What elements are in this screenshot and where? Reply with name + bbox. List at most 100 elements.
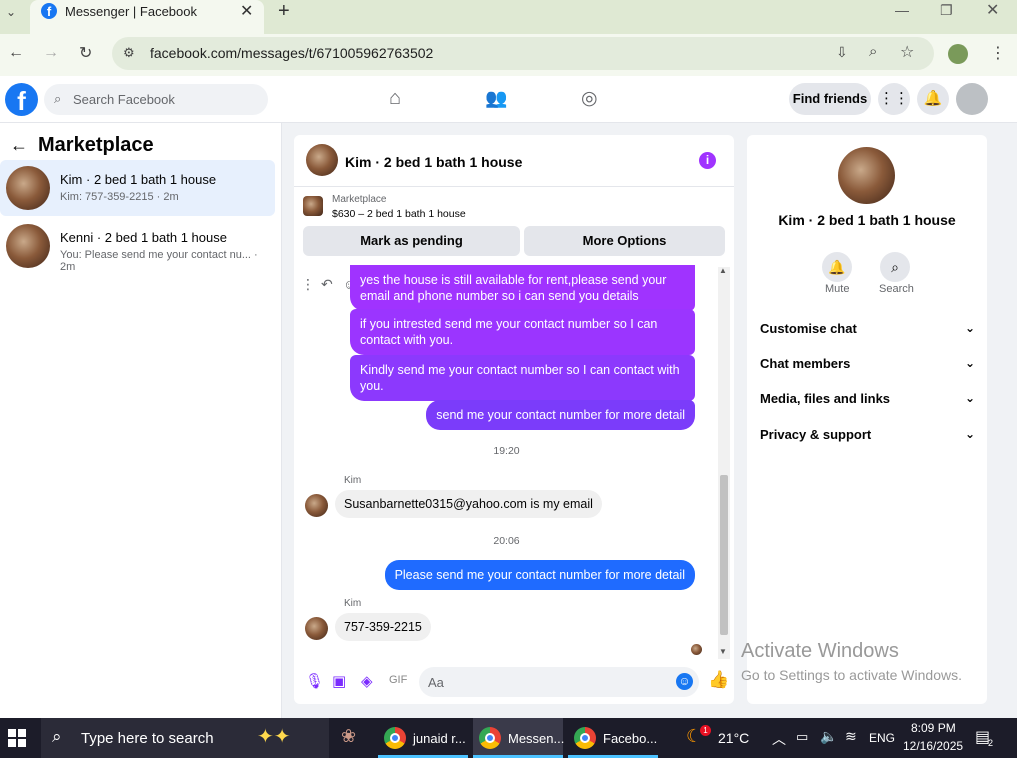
info-icon[interactable]: i [699,152,716,169]
url-text[interactable]: facebook.com/messages/t/671005962763502 [150,45,433,61]
more-options-button[interactable]: More Options [524,226,725,256]
weather-badge: 1 [700,725,711,736]
sent-message[interactable]: Kindly send me your contact number so I … [350,355,695,401]
close-tab-icon[interactable]: ✕ [240,1,253,21]
input-language[interactable]: ENG [869,731,895,745]
scroll-thumb[interactable] [720,475,728,635]
notifications-bell-icon[interactable]: 🔔 [917,83,949,115]
message-composer: 🎙 ▣ ◈ GIF Aa ☺ 👍 [294,663,734,704]
message-scrollbar[interactable]: ▲ ▼ [718,266,730,659]
activate-windows-title: Activate Windows [741,640,899,662]
media-files-links-row[interactable]: Media, files and links ⌄ [760,391,975,406]
chat-members-row[interactable]: Chat members ⌄ [760,356,975,371]
sticker-icon[interactable]: ◈ [361,672,373,690]
more-actions-icon[interactable]: ⋮ [301,276,315,293]
home-icon[interactable]: ⌂ [389,87,401,110]
taskbar-app-facebook[interactable]: Facebo... [568,718,658,758]
chrome-menu-icon[interactable]: ⋮ [990,43,1006,63]
privacy-support-row[interactable]: Privacy & support ⌄ [760,427,975,442]
conversation-preview: You: Please send me your contact nu... ·… [60,249,258,273]
conversation-name: Kim · 2 bed 1 bath 1 house [60,172,217,187]
show-hidden-icons-icon[interactable]: ︿ [772,729,786,749]
emoji-icon[interactable]: ☺ [676,673,693,690]
conversation-name: Kenni · 2 bed 1 bath 1 house [60,230,227,245]
attach-image-icon[interactable]: ▣ [332,672,346,690]
notification-count: 2 [988,738,994,748]
taskbar-app-junaid[interactable]: junaid r... [378,718,468,758]
avatar [305,617,328,640]
groups-icon[interactable]: ◎ [581,87,598,110]
account-avatar-icon[interactable] [956,83,988,115]
reload-icon[interactable]: ↻ [79,43,92,63]
back-icon[interactable]: ← [8,44,24,62]
taskbar-search-box[interactable]: ⌕ Type here to search ✦✦ [41,718,329,758]
browser-tab[interactable]: f Messenger | Facebook ✕ [30,0,264,34]
taskbar-app-label: Facebo... [603,731,658,746]
site-info-icon[interactable]: ⚙ [123,45,135,61]
customise-chat-row[interactable]: Customise chat ⌄ [760,321,975,336]
conversation-item-kenni[interactable]: Kenni · 2 bed 1 bath 1 house You: Please… [0,218,275,274]
friends-icon[interactable]: 👥 [485,88,507,109]
menu-grid-icon[interactable]: ⋮⋮ [878,83,910,115]
restore-icon[interactable]: ❐ [940,2,953,19]
forward-icon[interactable]: → [43,44,59,62]
tab-search-icon[interactable]: ⌄ [6,5,16,19]
thumbs-up-icon[interactable]: 👍 [708,670,729,690]
gif-icon[interactable]: GIF [389,674,407,686]
omnibox[interactable]: ⚙ facebook.com/messages/t/67100596276350… [112,37,934,70]
chevron-down-icon: ⌄ [964,321,975,335]
taskbar-app-messenger[interactable]: Messen... [473,718,565,758]
search-icon[interactable]: ⌕ [880,252,910,282]
marketplace-label: Marketplace [332,194,387,205]
back-arrow-icon[interactable]: ← [10,135,28,156]
facebook-logo-icon[interactable]: f [5,83,38,116]
search-facebook-input[interactable]: ⌕ Search Facebook [44,84,268,115]
mute-bell-icon[interactable]: 🔔 [822,252,852,282]
mark-as-pending-button[interactable]: Mark as pending [303,226,520,256]
clock-date[interactable]: 12/16/2025 [903,739,963,753]
chevron-down-icon: ⌄ [964,427,975,441]
clock-time[interactable]: 8:09 PM [911,721,956,735]
microphone-icon[interactable]: 🎙 [305,672,324,690]
conversation-item-kim[interactable]: Kim · 2 bed 1 bath 1 house Kim: 757-359-… [0,160,275,216]
pinned-app-icon[interactable]: ❀ [341,726,356,747]
mute-label: Mute [825,283,850,295]
reply-icon[interactable]: ↶ [321,276,333,293]
message-list: ⋮ ↶ ☺ yes the house is still available f… [294,265,719,661]
close-window-icon[interactable]: ✕ [986,0,999,20]
zoom-icon[interactable]: ⌕ [869,43,877,60]
message-input[interactable]: Aa ☺ [419,667,699,697]
volume-icon[interactable]: 🔈 [820,728,837,745]
sent-message[interactable]: send me your contact number for more det… [426,400,695,430]
sent-message[interactable]: Please send me your contact number for m… [384,560,695,590]
find-friends-button[interactable]: Find friends [789,83,871,115]
section-label: Privacy & support [760,427,872,442]
minimize-icon[interactable]: — [895,2,909,18]
scroll-down-icon[interactable]: ▼ [719,647,727,656]
chrome-icon [479,727,501,749]
marketplace-listing-bar[interactable]: Marketplace $630 – 2 bed 1 bath 1 house [294,187,734,227]
scroll-up-icon[interactable]: ▲ [719,266,727,275]
profile-icon[interactable] [948,44,968,64]
wifi-icon[interactable]: ≋ [845,728,857,745]
conversation-preview: Kim: 757-359-2215 · 2m [60,191,179,203]
meet-now-icon[interactable]: ▭ [796,729,808,745]
new-tab-button[interactable]: + [278,0,290,23]
install-app-icon[interactable]: ⇩ [836,44,848,61]
search-icon: ⌕ [54,91,62,106]
temperature[interactable]: 21°C [718,730,749,746]
taskbar-app-label: Messen... [508,731,565,746]
bookmark-star-icon[interactable]: ☆ [900,42,914,62]
received-message[interactable]: 757-359-2215 [335,613,431,641]
sent-message[interactable]: yes the house is still available for ren… [350,265,695,311]
sender-name: Kim [344,598,362,609]
chat-details-name: Kim · 2 bed 1 bath 1 house [778,212,956,228]
search-placeholder: Search Facebook [73,92,175,107]
received-message[interactable]: Susanbarnette0315@yahoo.com is my email [335,490,602,518]
avatar[interactable] [306,144,338,176]
sent-message[interactable]: if you intrested send me your contact nu… [350,309,695,355]
chat-title[interactable]: Kim · 2 bed 1 bath 1 house [345,154,522,170]
windows-start-icon[interactable] [8,729,26,747]
avatar [6,224,50,268]
chat-details-panel: Kim · 2 bed 1 bath 1 house 🔔 Mute ⌕ Sear… [747,135,987,704]
